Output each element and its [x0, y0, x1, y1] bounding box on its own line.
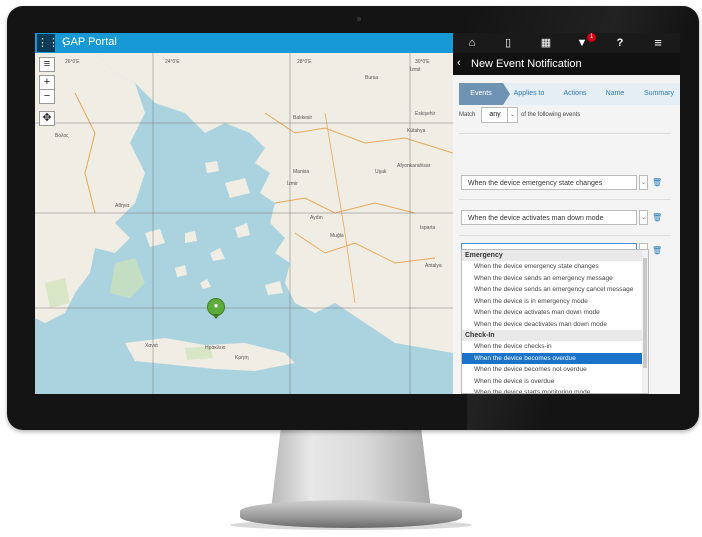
dropdown-group-header: Check-In [462, 330, 648, 341]
trash-icon[interactable]: 🗑 [652, 213, 662, 223]
map-label-aydin: Aydın [310, 215, 323, 221]
user-icon: ● [213, 301, 219, 310]
dropdown-option[interactable]: When the device starts monitoring mode [462, 387, 648, 393]
map-label-chania: Χανιά [145, 343, 158, 349]
dropdown-option[interactable]: When the device emergency state changes [462, 261, 648, 273]
screen: ⋮⋮⋮ GAP Portal ⌂ ▯ ▦ ▼ 1 ? ≡ 24°0'E 28°0… [35, 33, 680, 394]
map-label-crete: Κρήτη [235, 355, 249, 361]
map-label-athens: Αθήνα [115, 203, 130, 209]
phone-icon[interactable]: ▯ [493, 35, 523, 51]
condition-select-2[interactable]: When the device activates man down mode [461, 210, 637, 225]
map-label-lon-28: 28°0'E [297, 59, 312, 65]
monitor-base [240, 500, 462, 528]
wizard-tabs: Events Applies to Actions Name Summary [459, 83, 680, 105]
top-nav: ⌂ ▯ ▦ ▼ 1 ? ≡ [453, 33, 680, 53]
dropdown-option[interactable]: When the device is in emergency mode [462, 296, 648, 308]
chevron-down-icon[interactable]: ⌄ [507, 107, 518, 123]
help-icon[interactable]: ? [605, 35, 635, 51]
chevron-down-icon[interactable]: ⌄ [639, 210, 648, 225]
map-label-mugla: Muğla [330, 233, 344, 239]
match-select[interactable]: any [481, 107, 509, 123]
map-label-isparta: Isparta [420, 225, 436, 231]
map-label-antalya: Antalya [425, 263, 442, 269]
dropdown-option[interactable]: When the device sends an emergency messa… [462, 273, 648, 285]
tab-actions[interactable]: Actions [555, 83, 595, 105]
tab-applies-to[interactable]: Applies to [509, 83, 549, 105]
dropdown-option[interactable]: When the device sends an emergency cance… [462, 284, 648, 296]
map-label-lon-26: 26°0'E [65, 59, 80, 65]
map-label-afyon: Afyonkarahisar [397, 163, 431, 169]
map-label-manisa: Manisa [293, 169, 310, 175]
locate-icon[interactable]: ✥ [39, 111, 55, 126]
map-label-eskisehir: Eskişehir [415, 111, 436, 117]
filter-badge: 1 [587, 33, 596, 42]
trash-icon[interactable]: 🗑 [652, 246, 662, 256]
dropdown-option[interactable]: When the device becomes not overdue [462, 364, 648, 376]
filter-icon[interactable]: ▼ 1 [567, 33, 597, 51]
app-header: ⋮⋮⋮ GAP Portal [35, 33, 453, 53]
map-label-lon-24: 24°0'E [165, 59, 180, 65]
calendar-icon[interactable]: ▦ [531, 35, 561, 51]
menu-icon[interactable]: ≡ [643, 35, 673, 51]
map-label-usak: Uşak [375, 169, 387, 175]
map-label-heraklion: Ηράκλειο [205, 345, 226, 351]
scrollbar-thumb[interactable] [643, 258, 647, 368]
layers-button[interactable]: ≡ [39, 57, 55, 72]
match-prefix: Match [459, 112, 476, 118]
map-label-izmir: İzmir [287, 181, 298, 187]
monitor-stand [271, 430, 431, 510]
map-label-lon-30: 30°0'E [415, 59, 430, 65]
home-icon[interactable]: ⌂ [457, 35, 487, 51]
map-label-izmit: İzmit [410, 67, 421, 73]
map-label-bursa: Bursa [365, 75, 379, 81]
map-canvas [35, 53, 453, 394]
event-notification-panel: ‹ New Event Notification Events Applies … [453, 53, 680, 394]
panel-header: ‹ New Event Notification [453, 53, 680, 75]
map-view[interactable]: 24°0'E 28°0'E 30°0'E 26°0'E Balıkesir Es… [35, 53, 453, 394]
event-dropdown-list[interactable]: Emergency When the device emergency state… [461, 249, 649, 394]
chevron-down-icon[interactable]: ⌄ [639, 175, 648, 190]
map-label-kutahya: Kütahya [407, 128, 426, 134]
camera [357, 17, 361, 21]
tab-name[interactable]: Name [595, 83, 635, 105]
dropdown-options: Emergency When the device emergency state… [462, 250, 648, 393]
dropdown-option[interactable]: When the device activates man down mode [462, 307, 648, 319]
dropdown-group-header: Emergency [462, 250, 648, 261]
condition-select-1[interactable]: When the device emergency state changes [461, 175, 637, 190]
zoom-out-button[interactable]: − [39, 89, 55, 104]
dropdown-option[interactable]: When the device deactivates man down mod… [462, 319, 648, 331]
trash-icon[interactable]: 🗑 [652, 178, 662, 188]
dropdown-option[interactable]: When the device becomes overdue [462, 352, 648, 364]
grid-icon[interactable]: ⋮⋮⋮ [37, 34, 70, 52]
tab-summary[interactable]: Summary [637, 83, 680, 105]
back-icon[interactable]: ‹ [457, 57, 461, 69]
device-marker[interactable]: ● [207, 298, 225, 319]
dropdown-option[interactable]: When the device checks-in [462, 341, 648, 353]
dropdown-option[interactable]: When the device is overdue [462, 376, 648, 388]
map-label-volos: Βόλος [55, 133, 69, 139]
app-title: GAP Portal [62, 36, 117, 48]
map-label-balikesir: Balıkesir [293, 115, 313, 121]
match-suffix: of the following events [521, 112, 581, 118]
match-row: Match any ⌄ of the following events [459, 107, 580, 123]
tab-events[interactable]: Events [459, 83, 503, 105]
dropdown-scrollbar[interactable] [642, 250, 648, 393]
panel-title: New Event Notification [471, 58, 582, 70]
zoom-in-button[interactable]: + [39, 75, 55, 90]
